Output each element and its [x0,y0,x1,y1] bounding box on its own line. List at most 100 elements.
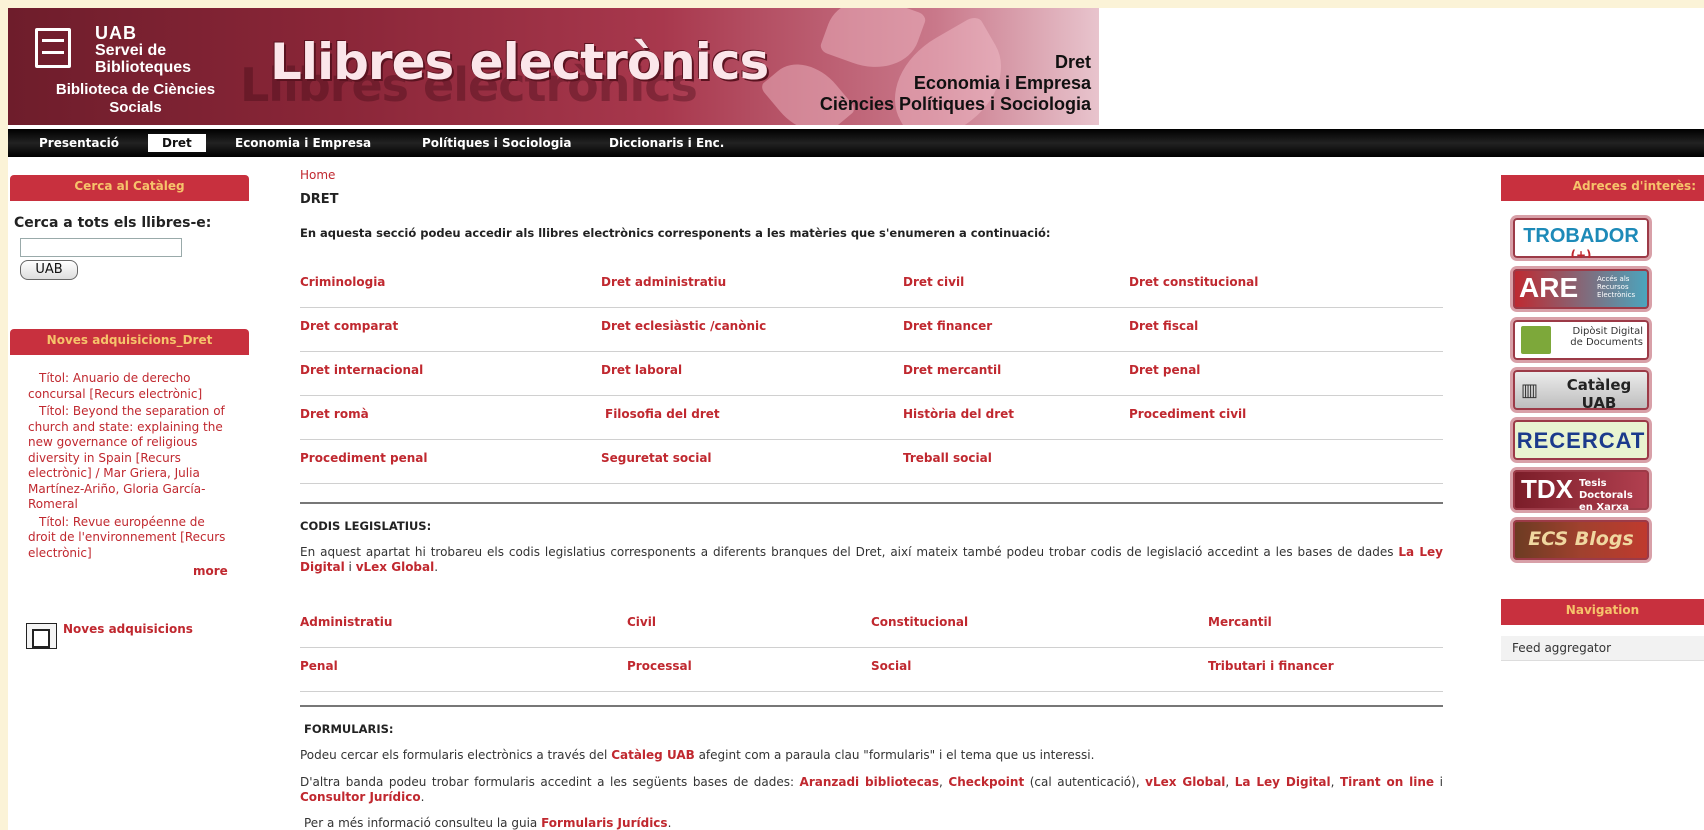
subject-link[interactable]: Criminologia [300,275,385,289]
code-link[interactable]: Civil [627,615,656,629]
recercat-button[interactable]: RECERCAT [1513,420,1649,460]
codes-section-title: CODIS LEGISLATIUS: [300,519,432,533]
subject-link[interactable]: Dret internacional [300,363,423,377]
code-link[interactable]: Constitucional [871,615,968,629]
consultor-juridico-link[interactable]: Consultor Jurídico [300,790,421,804]
tdx-button[interactable]: TDX Tesis Doctorals en Xarxa [1513,470,1649,510]
subject-link[interactable]: Dret laboral [601,363,682,377]
nav-item-economia[interactable]: Economia i Empresa [221,134,385,152]
recercat-label: RECERCAT [1516,428,1646,453]
main-nav: Presentació Dret Economia i Empresa Polí… [8,129,1704,157]
tdx-suffix: Tesis Doctorals en Xarxa [1579,478,1633,510]
subjects-row: Dret comparat Dret eclesiàstic /canònic … [300,308,1443,352]
acquisitions-list: Títol: Anuario de derecho concursal [Rec… [28,371,233,563]
nav-item-dret[interactable]: Dret [148,134,206,152]
trobador-button[interactable]: TROBADOR(+) [1513,218,1649,258]
subject-link[interactable]: Dret constitucional [1129,275,1258,289]
codes-row: Administratiu Civil Constitucional Merca… [300,604,1443,648]
are-button[interactable]: ARE Accés als Recursos Electrònics [1513,269,1649,309]
forms-paragraph-1: Podeu cercar els formularis electrònics … [300,748,1443,763]
subject-link[interactable]: Seguretat social [601,451,712,465]
nav-item-presentacio[interactable]: Presentació [25,134,133,152]
code-link[interactable]: Administratiu [300,615,392,629]
feed-aggregator-link[interactable]: Feed aggregator [1501,636,1704,661]
acquisition-item[interactable]: Títol: Revue européenne de droit de l'en… [28,515,233,562]
breadcrumb-home[interactable]: Home [300,168,335,182]
subjects-grid: Criminologia Dret administratiu Dret civ… [300,264,1443,484]
subjects-row: Dret internacional Dret laboral Dret mer… [300,352,1443,396]
subject-link[interactable]: Dret civil [903,275,964,289]
subject-link[interactable]: Dret administratiu [601,275,726,289]
banner-subject: Economia i Empresa [913,73,1091,93]
acquisition-item[interactable]: Títol: Anuario de derecho concursal [Rec… [28,371,233,402]
subject-link[interactable]: Dret fiscal [1129,319,1198,333]
cataleg-uab-button[interactable]: ▥ Catàleg UAB [1513,370,1649,410]
codes-intro-end: . [434,560,439,574]
logo-library-name: Biblioteca de Ciències Socials [23,81,248,117]
codes-intro-connector: i [344,560,356,574]
codes-intro: En aquest apartat hi trobareu els codis … [300,545,1443,575]
trobador-label: TROBADOR [1523,225,1639,247]
subjects-row: Dret romà Filosofia del dret Història de… [300,396,1443,440]
vlex-global-link[interactable]: vLex Global [356,560,435,574]
code-link[interactable]: Penal [300,659,338,673]
subject-link[interactable]: Procediment penal [300,451,428,465]
ddd-button[interactable]: Dipòsit Digital de Documents [1513,320,1649,360]
code-link[interactable]: Tributari i financer [1208,659,1334,673]
ddd-label: Dipòsit Digital de Documents [1570,326,1643,348]
logo-library-line2: Socials [109,99,162,116]
subject-link[interactable]: Dret romà [300,407,369,421]
subjects-row: Criminologia Dret administratiu Dret civ… [300,264,1443,308]
subject-link[interactable]: Història del dret [903,407,1014,421]
resources-block-title: Adreces d'interès: [1501,175,1704,201]
site-banner: UAB Servei de Biblioteques Biblioteca de… [8,8,1099,125]
nav-item-politiques[interactable]: Polítiques i Sociologia [408,134,586,152]
subject-link[interactable]: Procediment civil [1129,407,1246,421]
subject-link[interactable]: Dret mercantil [903,363,1001,377]
ddd-icon [1521,326,1551,354]
library-logo-icon [35,28,71,68]
formularis-juridics-link[interactable]: Formularis Jurídics [541,816,667,830]
acquisitions-feed-link[interactable]: Noves adquisicions [63,622,193,636]
cataleg-uab-link[interactable]: Catàleg UAB [611,748,695,762]
subject-link[interactable]: Filosofia del dret [605,407,720,421]
forms-p1-text: Podeu cercar els formularis electrònics … [300,748,612,762]
forms-p3-end: . [667,816,672,830]
search-uab-button[interactable]: UAB [20,260,78,280]
acquisition-item[interactable]: Títol: Beyond the separation of church a… [28,404,233,513]
forms-p2-text: D'altra banda podeu trobar formularis ac… [300,775,800,789]
page-title: DRET [300,192,339,207]
code-link[interactable]: Processal [627,659,692,673]
subject-link[interactable]: Dret comparat [300,319,398,333]
books-icon: ▥ [1521,380,1539,401]
ecs-blogs-button[interactable]: ECS Blogs [1513,520,1649,560]
banner-subject: Ciències Polítiques i Sociologia [819,94,1091,114]
section-divider [300,502,1443,504]
search-input[interactable] [20,238,182,257]
forms-p1-end: afegint com a paraula clau "formularis" … [694,748,1095,762]
forms-section-title: FORMULARIS: [304,722,394,736]
feed-icon[interactable] [26,623,57,649]
vlex-global-link[interactable]: vLex Global [1145,775,1225,789]
logo-org-lines: Servei de Biblioteques [95,42,191,76]
subject-link[interactable]: Treball social [903,451,992,465]
codes-grid: Administratiu Civil Constitucional Merca… [300,604,1443,692]
subject-link[interactable]: Dret financer [903,319,992,333]
checkpoint-link[interactable]: Checkpoint [948,775,1024,789]
acquisitions-more-link[interactable]: more [193,564,228,578]
ecs-blogs-label: ECS Blogs [1528,528,1634,550]
tirant-online-link[interactable]: Tirant on line [1340,775,1434,789]
nav-item-diccionaris[interactable]: Diccionaris i Enc. [595,134,738,152]
code-link[interactable]: Mercantil [1208,615,1272,629]
intro-text: En aquesta secció podeu accedir als llib… [300,226,1051,240]
page-frame: UAB Servei de Biblioteques Biblioteca de… [8,8,1704,830]
catalog-block-title: Cerca al Catàleg [10,175,249,201]
code-link[interactable]: Social [871,659,911,673]
subject-link[interactable]: Dret penal [1129,363,1200,377]
codes-intro-text: En aquest apartat hi trobareu els codis … [300,545,1399,559]
are-suffix: Accés als Recursos Electrònics [1597,275,1636,299]
subject-link[interactable]: Dret eclesiàstic /canònic [601,319,766,333]
la-ley-digital-link[interactable]: La Ley Digital [1235,775,1331,789]
aranzadi-link[interactable]: Aranzadi bibliotecas [800,775,940,789]
are-label: ARE [1519,272,1579,303]
